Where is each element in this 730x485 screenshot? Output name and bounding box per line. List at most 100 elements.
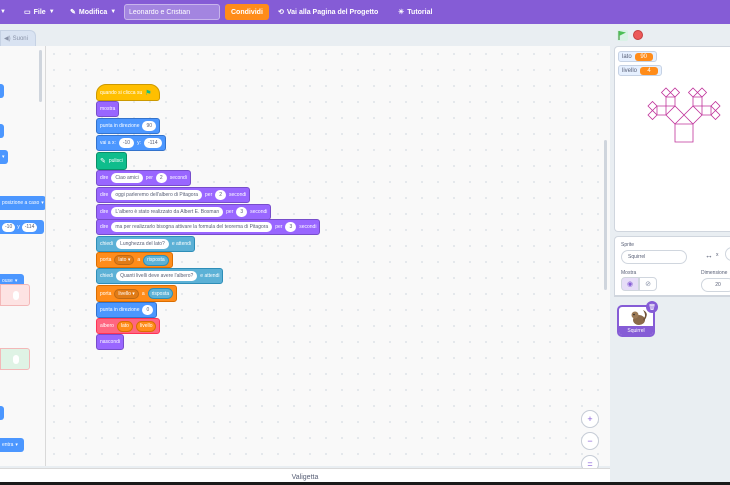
block-label: albero	[100, 323, 114, 329]
question-input[interactable]: Quanti livelli deve avere l'albero?	[116, 271, 198, 281]
block-label: chiedi	[100, 273, 114, 279]
workspace-scrollbar[interactable]	[604, 140, 607, 290]
block-label: dire	[100, 175, 109, 181]
seconds-input[interactable]: 2	[155, 173, 167, 183]
answer-reporter[interactable]: risposta	[143, 254, 169, 266]
zoom-in-icon: +	[587, 414, 593, 424]
show-block[interactable]: mostra	[96, 101, 120, 117]
sprite-info-pane: Sprite Squirrel ↔ x Mostra ◉ ⊘ Dimension…	[614, 236, 730, 296]
palette-block-motion[interactable]: ▾	[0, 150, 8, 164]
point-direction-block[interactable]: punta in direzione 90	[96, 118, 161, 134]
size-input[interactable]: 20	[701, 278, 730, 292]
block-label: punta in direzione	[100, 307, 140, 313]
file-menu[interactable]: ▭ File ▼	[18, 0, 61, 24]
stop-icon[interactable]	[633, 30, 643, 40]
seconds-input[interactable]: 2	[215, 190, 227, 200]
ask-and-wait-block[interactable]: chiedi Quanti livelli deve avere l'alber…	[96, 268, 224, 284]
palette-slot[interactable]	[13, 354, 19, 364]
show-eye-icon[interactable]: ◉	[621, 277, 639, 291]
say-block[interactable]: dire oggi parleremo dell'albero di Pitag…	[96, 187, 251, 203]
block-label: dire	[100, 224, 109, 230]
block-label: nascondi	[100, 339, 121, 345]
ask-and-wait-block[interactable]: chiedi Lunghezza del lato? e attendi	[96, 236, 196, 252]
zoom-out-button[interactable]: −	[581, 432, 599, 450]
y-input[interactable]: -114	[143, 138, 162, 148]
set-variable-block[interactable]: porta lato ▾ a risposta	[96, 252, 173, 268]
project-page-link[interactable]: ⟲ Vai alla Pagina del Progetto	[272, 0, 384, 24]
say-block[interactable]: dire Ciao amici per 2 secondi	[96, 170, 191, 186]
livello-reporter[interactable]: livello	[135, 320, 157, 332]
seconds-input[interactable]: 3	[285, 222, 297, 232]
for-label: per	[226, 209, 234, 215]
tutorial-button[interactable]: ☀ Tutorial	[392, 0, 438, 24]
delete-sprite-icon[interactable]: 🗑	[646, 301, 658, 313]
variable-dropdown[interactable]: lato ▾	[114, 255, 135, 265]
point-direction-block[interactable]: punta in direzione 0	[96, 302, 158, 318]
answer-reporter[interactable]: risposta	[147, 288, 174, 299]
goto-xy-block[interactable]: vai a x: -10 y: -114	[96, 135, 166, 151]
palette-block-highlight[interactable]	[0, 284, 30, 306]
for-label: per	[205, 192, 213, 198]
direction-input[interactable]: 90	[142, 121, 157, 131]
variable-dropdown[interactable]: livello ▾	[114, 288, 139, 299]
sprite-name-input[interactable]: Squirrel	[621, 250, 687, 264]
palette-block-goto-random[interactable]: posizione a caso ▾	[0, 196, 45, 210]
show-label: Mostra	[621, 270, 637, 276]
glide-y-input[interactable]: -114	[21, 222, 38, 232]
x-input[interactable]: -10	[118, 138, 135, 148]
share-button[interactable]: Condividi	[225, 4, 269, 20]
hide-block[interactable]: nascondi	[96, 334, 125, 350]
pen-clear-block[interactable]: ✎ pulisci	[96, 152, 127, 170]
block-label: porta	[100, 257, 112, 263]
message-input[interactable]: L'albero è stato realizzato da Albert E.…	[111, 207, 224, 217]
tree-square	[692, 96, 703, 107]
tree-square	[647, 100, 658, 112]
script-workspace[interactable]: quando si clicca su ⚑ mostra punta in di…	[46, 46, 610, 466]
seconds-label: secondi	[299, 224, 317, 230]
block-label: chiedi	[100, 241, 114, 247]
set-variable-block[interactable]: porta livello ▾ a risposta	[96, 285, 178, 302]
palette-block-highlight[interactable]	[0, 348, 30, 370]
pythagoras-tree-drawing	[647, 87, 721, 143]
zoom-out-icon: −	[587, 436, 593, 446]
zoom-in-button[interactable]: +	[581, 410, 599, 428]
refresh-icon: ⟲	[278, 9, 284, 16]
variable-name: livello	[118, 290, 131, 297]
settings-menu[interactable]: ▼	[0, 0, 12, 24]
pen-icon: ✎	[100, 158, 106, 165]
palette-block-rotation[interactable]: entra ▾	[0, 438, 24, 452]
palette-block-motion[interactable]	[0, 124, 4, 138]
palette-block-motion[interactable]	[0, 84, 4, 98]
x-position-input[interactable]	[725, 247, 730, 261]
say-block[interactable]: dire ma per realizzarlo bisogna attivare…	[96, 219, 321, 235]
edit-menu[interactable]: ✎ Modifica ▼	[64, 0, 122, 24]
message-input[interactable]: oggi parleremo dell'albero di Pitagora	[111, 190, 203, 200]
lato-reporter[interactable]: lato	[116, 320, 133, 332]
say-block[interactable]: dire L'albero è stato realizzato da Albe…	[96, 204, 272, 220]
tree-square	[710, 109, 721, 121]
sprite-name-label: Squirrel	[619, 326, 653, 335]
palette-block-glide[interactable]: -10 y -114	[0, 220, 44, 234]
hide-eye-icon[interactable]: ⊘	[639, 277, 657, 291]
question-input[interactable]: Lunghezza del lato?	[116, 239, 169, 249]
message-input[interactable]: Ciao amici	[111, 173, 143, 183]
block-label: quando si clicca su	[100, 89, 143, 96]
menu-bar: ▼ ▭ File ▼ ✎ Modifica ▼ Condividi ⟲ Vai …	[0, 0, 730, 24]
block-label: vai a x:	[100, 140, 116, 146]
glide-x-input[interactable]: -10	[2, 222, 16, 232]
tab-sounds[interactable]: ◀) Suoni	[0, 30, 36, 46]
direction-input[interactable]: 0	[142, 305, 154, 315]
palette-scrollbar[interactable]	[39, 50, 42, 102]
palette-slot[interactable]	[13, 290, 19, 300]
palette-block-motion[interactable]	[0, 406, 4, 420]
green-flag-icon[interactable]	[616, 29, 628, 41]
speaker-icon: ◀)	[4, 36, 11, 42]
custom-tree-block[interactable]: albero lato livello	[96, 318, 161, 334]
for-label: per	[275, 224, 283, 230]
chevron-down-icon: ▾	[41, 200, 44, 206]
when-flag-clicked-block[interactable]: quando si clicca su ⚑	[96, 84, 160, 101]
project-title-input[interactable]	[124, 4, 220, 20]
stage[interactable]: lato 90 livello 4	[614, 46, 730, 232]
message-input[interactable]: ma per realizzarlo bisogna attivare la f…	[111, 222, 273, 232]
seconds-input[interactable]: 3	[236, 207, 248, 217]
